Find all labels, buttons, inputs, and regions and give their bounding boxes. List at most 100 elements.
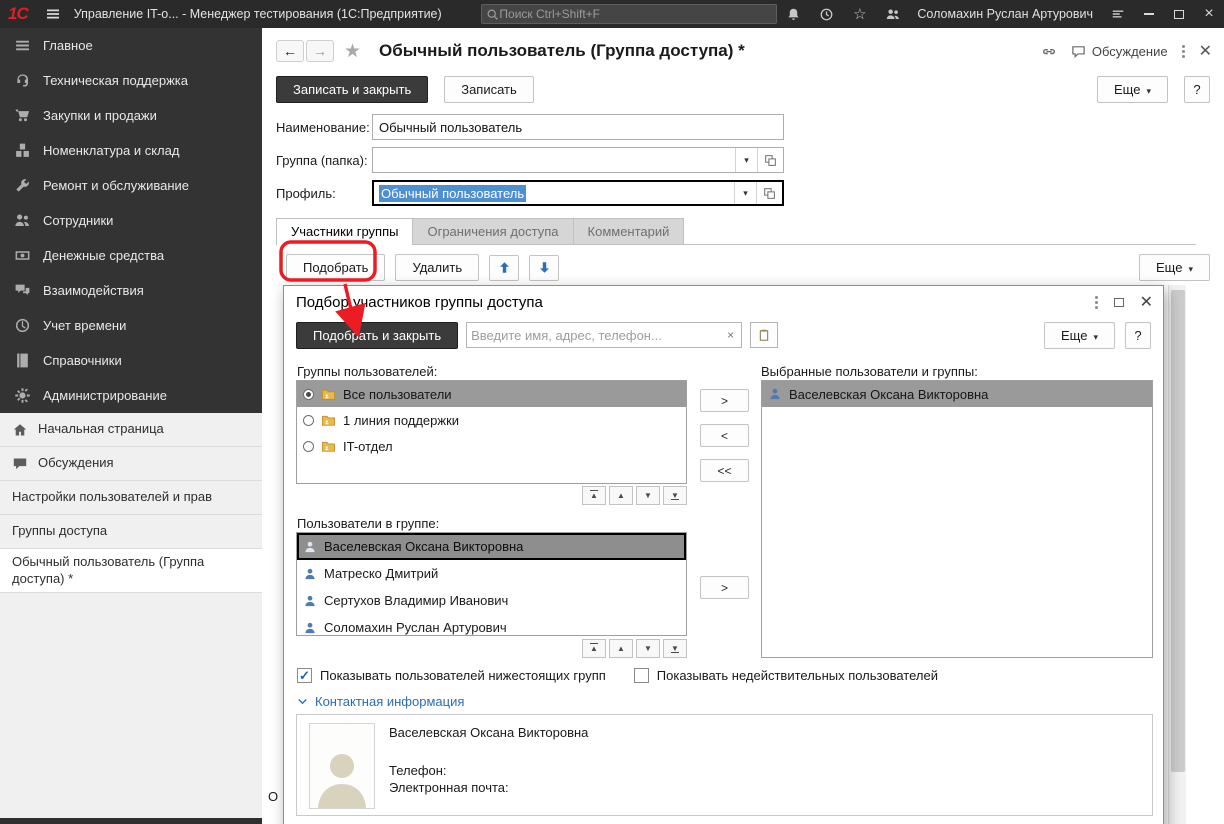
move-first-button[interactable]: ▲ [582, 639, 606, 658]
group-name: IT-отдел [343, 439, 393, 454]
help-button[interactable]: ? [1184, 76, 1210, 103]
move-last-button[interactable]: ▼ [663, 486, 687, 505]
pick-and-close-button[interactable]: Подобрать и закрыть [296, 322, 458, 349]
group-row-it-dept[interactable]: IT-отдел [297, 433, 686, 459]
maximize-button[interactable] [1164, 0, 1194, 28]
move-down-button[interactable]: ▼ [636, 639, 660, 658]
sidebar-item-employees[interactable]: Сотрудники [0, 203, 262, 238]
user-row[interactable]: Соломахин Руслан Артурович [297, 614, 686, 636]
sidebar-item-sales[interactable]: Закупки и продажи [0, 98, 262, 133]
dialog-maximize-icon[interactable] [1114, 298, 1124, 307]
profile-field-value[interactable]: Обычный пользователь [374, 182, 734, 204]
radio-unselected[interactable] [303, 441, 314, 452]
minimize-button[interactable] [1134, 0, 1164, 28]
move-up-button[interactable] [489, 255, 519, 281]
user-row[interactable]: Матреско Дмитрий [297, 560, 686, 587]
more-menu-kebab[interactable] [1182, 45, 1185, 58]
sidebar-item-repair[interactable]: Ремонт и обслуживание [0, 168, 262, 203]
sidebar-item-current-group[interactable]: Обычный пользователь (Группа доступа) * [0, 549, 262, 593]
sidebar-item-home[interactable]: Начальная страница [0, 413, 262, 447]
main-menu-button[interactable] [38, 0, 68, 28]
remove-selected-button[interactable]: < [700, 424, 749, 447]
move-down-button[interactable] [529, 255, 559, 281]
users-button[interactable] [876, 0, 909, 28]
clear-search-icon[interactable]: × [724, 328, 737, 342]
close-form-button[interactable]: ✕ [1199, 41, 1212, 61]
save-button[interactable]: Записать [444, 76, 534, 103]
radio-unselected[interactable] [303, 415, 314, 426]
dialog-search-field[interactable]: × [466, 322, 742, 348]
selected-users-list[interactable]: Васелевская Оксана Викторовна [761, 380, 1153, 658]
folder-field-combo[interactable]: ▾ [372, 147, 784, 173]
dialog-more-kebab[interactable] [1095, 296, 1098, 309]
radio-selected[interactable] [303, 389, 314, 400]
more-button[interactable]: Еще▾ [1097, 76, 1168, 103]
discussion-button[interactable]: Обсуждение [1071, 44, 1168, 59]
add-user-button[interactable]: > [700, 576, 749, 599]
vertical-scrollbar[interactable] [1168, 285, 1186, 824]
sidebar-item-access-groups[interactable]: Группы доступа [0, 515, 262, 549]
forward-button[interactable]: → [306, 40, 334, 62]
connection-button[interactable] [1101, 0, 1134, 28]
remove-all-button[interactable]: << [700, 459, 749, 482]
tab-restrictions[interactable]: Ограничения доступа [412, 218, 573, 244]
sidebar-item-interactions[interactable]: Взаимодействия [0, 273, 262, 308]
sidebar-item-admin[interactable]: Администрирование [0, 378, 262, 413]
selected-user-row[interactable]: Васелевская Оксана Викторовна [762, 381, 1152, 407]
profile-dropdown-button[interactable]: ▾ [734, 182, 756, 204]
move-up-button[interactable]: ▲ [609, 486, 633, 505]
folder-field-value[interactable] [373, 148, 735, 172]
delete-button[interactable]: Удалить [395, 254, 479, 281]
sidebar-item-time[interactable]: Учет времени [0, 308, 262, 343]
favorites-button[interactable]: ☆ [843, 0, 876, 28]
profile-field-combo[interactable]: Обычный пользователь ▾ [372, 180, 784, 206]
scrollbar-thumb[interactable] [1171, 290, 1185, 772]
back-button[interactable]: ← [276, 40, 304, 62]
members-more-button[interactable]: Еще▾ [1139, 254, 1210, 281]
move-up-button[interactable]: ▲ [609, 639, 633, 658]
sidebar-item-label: Закупки и продажи [43, 108, 157, 123]
dialog-close-icon[interactable]: ✕ [1140, 292, 1153, 312]
user-row[interactable]: Сертухов Владимир Иванович [297, 587, 686, 614]
save-and-close-button[interactable]: Записать и закрыть [276, 76, 428, 103]
sidebar-item-support[interactable]: Техническая поддержка [0, 63, 262, 98]
dialog-more-button[interactable]: Еще▾ [1044, 322, 1115, 349]
add-group-button[interactable]: > [700, 389, 749, 412]
user-row[interactable]: Васелевская Оксана Викторовна [297, 533, 686, 560]
global-search[interactable] [481, 4, 777, 24]
notifications-button[interactable] [777, 0, 810, 28]
dialog-help-button[interactable]: ? [1125, 322, 1151, 349]
profile-open-button[interactable] [756, 182, 782, 204]
sidebar-item-catalogs[interactable]: Справочники [0, 343, 262, 378]
sidebar-item-warehouse[interactable]: Номенклатура и склад [0, 133, 262, 168]
close-window-button[interactable]: × [1194, 0, 1224, 28]
users-in-group-list[interactable]: Васелевская Оксана Викторовна Матреско Д… [296, 532, 687, 636]
link-icon[interactable] [1041, 43, 1057, 59]
paste-button[interactable] [750, 322, 778, 348]
show-subgroup-users-checkbox[interactable]: ✓ [297, 668, 312, 683]
tab-members[interactable]: Участники группы [276, 218, 413, 245]
history-button[interactable] [810, 0, 843, 28]
folder-open-button[interactable] [757, 148, 783, 172]
group-row-all-users[interactable]: Все пользователи [297, 381, 686, 407]
move-down-button[interactable]: ▼ [636, 486, 660, 505]
move-last-button[interactable]: ▼ [663, 639, 687, 658]
group-row-support-line[interactable]: 1 линия поддержки [297, 407, 686, 433]
show-invalid-users-checkbox[interactable] [634, 668, 649, 683]
tab-comment[interactable]: Комментарий [573, 218, 685, 244]
sidebar-item-money[interactable]: Денежные средства [0, 238, 262, 273]
current-user[interactable]: Соломахин Руслан Артурович [909, 7, 1101, 21]
folder-dropdown-button[interactable]: ▾ [735, 148, 757, 172]
sidebar-item-main[interactable]: Главное [0, 28, 262, 63]
sidebar-item-user-settings[interactable]: Настройки пользователей и прав [0, 481, 262, 515]
dialog-search-input[interactable] [471, 328, 724, 343]
groups-list[interactable]: Все пользователи 1 линия поддержки IT-от… [296, 380, 687, 484]
move-first-button[interactable]: ▲ [582, 486, 606, 505]
name-field-input[interactable] [372, 114, 784, 140]
pick-button[interactable]: Подобрать [286, 254, 385, 281]
contact-info-toggle[interactable]: Контактная информация [297, 694, 464, 709]
name-field-label: Наименование: [276, 120, 372, 135]
sidebar-item-discussions[interactable]: Обсуждения [0, 447, 262, 481]
search-input[interactable] [499, 7, 772, 21]
favorite-star-icon[interactable]: ★ [344, 40, 361, 63]
